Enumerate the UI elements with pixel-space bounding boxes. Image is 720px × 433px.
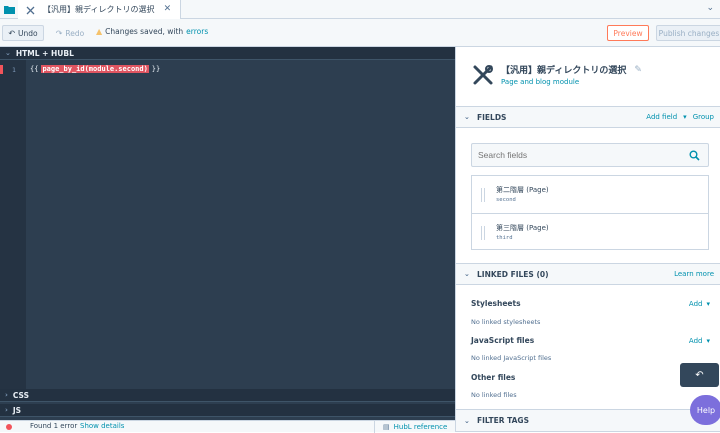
module-title-text: 【汎用】親ディレクトリの選択 — [501, 66, 627, 76]
chevron-down-icon[interactable]: ⌄ — [706, 3, 714, 13]
module-title: 【汎用】親ディレクトリの選択 ✎ — [501, 63, 642, 77]
section-js[interactable]: › JS — [0, 404, 455, 417]
chevron-down-icon: ⌄ — [464, 113, 470, 121]
linked-files-heading: LINKED FILES (0) — [477, 269, 549, 279]
chevron-down-icon: ⌄ — [5, 49, 11, 57]
help-label: Help — [696, 405, 716, 415]
publish-button[interactable]: Publish changes — [656, 25, 720, 41]
field-list: 第二階層 (Page) second 第三階層 (Page) third — [471, 175, 709, 250]
field-label: 第三階層 (Page) — [496, 224, 549, 232]
code-error-highlight: page_by_id(module.second) — [41, 65, 149, 73]
line-gutter: 1 — [0, 60, 26, 389]
add-field-button[interactable]: Add field — [646, 113, 677, 121]
preview-button[interactable]: Preview — [607, 25, 649, 41]
undo-label: Undo — [18, 28, 38, 38]
chevron-right-icon: › — [5, 391, 8, 399]
module-type-link[interactable]: Page and blog module — [501, 78, 579, 86]
chevron-down-icon: ▾ — [706, 337, 710, 345]
section-css[interactable]: › CSS — [0, 389, 455, 402]
add-label: Add — [688, 300, 703, 308]
field-item[interactable]: 第二階層 (Page) second — [472, 176, 708, 213]
redo-label: Redo — [65, 28, 85, 38]
undo-float-button[interactable]: ↶ — [680, 363, 719, 387]
book-icon: ▤ — [383, 423, 390, 431]
field-label: 第二階層 (Page) — [496, 186, 549, 194]
chevron-right-icon: › — [5, 406, 8, 414]
line-number: 1 — [12, 66, 16, 74]
pencil-icon[interactable]: ✎ — [634, 65, 642, 75]
error-count: Found 1 error — [30, 422, 78, 430]
reference-label: HubL reference — [393, 423, 448, 431]
status-bar: Found 1 error Show details ▤ HubL refere… — [0, 420, 455, 433]
fields-header[interactable]: ⌄ FIELDS Add field ▾ Group — [456, 106, 720, 128]
folder-icon[interactable] — [0, 0, 18, 19]
group-button[interactable]: Group — [693, 113, 714, 121]
filter-tags-heading: FILTER TAGS — [477, 416, 529, 425]
save-status: ▲ Changes saved, with errors — [96, 27, 208, 36]
tab-bar: 【汎用】親ディレクトリの選択 ✕ ⌄ — [0, 0, 720, 19]
add-stylesheet-button[interactable]: Add ▾ — [689, 300, 710, 308]
search-fields[interactable] — [471, 143, 709, 167]
close-icon[interactable]: ✕ — [162, 4, 172, 14]
error-dot-icon — [6, 424, 12, 430]
code-editor[interactable]: ⌄ HTML + HUBL 1 {{ page_by_id(module.sec… — [0, 47, 455, 420]
help-button[interactable]: Help — [690, 395, 720, 425]
toolbar: ↶ Undo ↷ Redo ▲ Changes saved, with erro… — [0, 19, 720, 47]
error-marker — [0, 65, 3, 74]
section-label: JS — [12, 405, 22, 415]
section-label: CSS — [12, 390, 30, 400]
empty-other-files: No linked files — [471, 391, 517, 399]
field-name: second — [496, 197, 516, 203]
chevron-down-icon: ⌄ — [464, 270, 470, 278]
empty-stylesheets: No linked stylesheets — [471, 318, 541, 326]
tab-module[interactable]: 【汎用】親ディレクトリの選択 ✕ — [18, 0, 182, 19]
close-brace: }} — [151, 65, 161, 73]
drag-handle-icon[interactable] — [481, 188, 487, 202]
tab-title: 【汎用】親ディレクトリの選択 — [43, 4, 155, 14]
add-label: Add — [688, 337, 703, 345]
stylesheets-heading: Stylesheets — [471, 299, 521, 308]
search-input[interactable] — [478, 150, 678, 160]
other-files-heading: Other files — [471, 373, 516, 382]
linked-files-header[interactable]: ⌄ LINKED FILES (0) Learn more — [456, 263, 720, 285]
show-details-link[interactable]: Show details — [80, 422, 124, 430]
chevron-down-icon: ▾ — [706, 300, 710, 308]
errors-link[interactable]: errors — [186, 27, 208, 36]
drag-handle-icon[interactable] — [481, 226, 487, 240]
add-javascript-button[interactable]: Add ▾ — [689, 337, 710, 345]
status-text: Changes saved, with — [105, 27, 184, 36]
undo-icon: ↶ — [8, 28, 16, 38]
section-html-hubl[interactable]: ⌄ HTML + HUBL — [0, 47, 455, 60]
redo-icon: ↷ — [55, 28, 63, 38]
undo-icon: ↶ — [695, 369, 704, 381]
redo-button[interactable]: ↷ Redo — [52, 25, 88, 41]
open-brace: {{ — [30, 65, 39, 73]
chevron-down-icon[interactable]: ▾ — [683, 113, 687, 121]
undo-button[interactable]: ↶ Undo — [2, 25, 44, 41]
filter-tags-header[interactable]: ⌄ FILTER TAGS — [456, 409, 720, 432]
wrench-icon — [472, 64, 494, 86]
warning-icon: ▲ — [96, 27, 103, 36]
field-name: third — [496, 235, 513, 241]
field-item[interactable]: 第三階層 (Page) third — [472, 213, 708, 250]
wrench-icon — [26, 0, 35, 19]
hubl-reference-button[interactable]: ▤ HubL reference — [374, 421, 455, 433]
section-label: HTML + HUBL — [15, 48, 74, 58]
search-icon[interactable] — [689, 150, 700, 163]
fields-heading: FIELDS — [477, 112, 507, 122]
empty-javascript: No linked JavaScript files — [471, 354, 552, 362]
code-line[interactable]: {{ page_by_id(module.second) }} — [30, 65, 160, 73]
learn-more-link[interactable]: Learn more — [674, 270, 714, 278]
chevron-down-icon: ⌄ — [464, 416, 470, 425]
javascript-heading: JavaScript files — [471, 336, 535, 345]
